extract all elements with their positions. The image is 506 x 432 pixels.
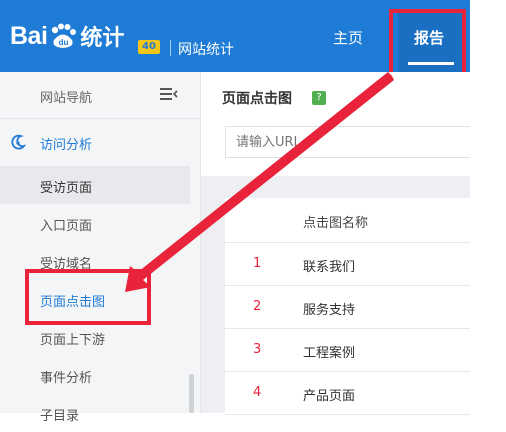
nav-home-link[interactable]: 主页 xyxy=(333,27,363,48)
report-tab-highlight-box xyxy=(389,9,466,78)
sidebar-group-label: 访问分析 xyxy=(40,138,93,153)
row-name[interactable]: 服务支持 xyxy=(303,299,355,318)
table-header-name: 点击图名称 xyxy=(303,216,369,231)
table-row[interactable]: 4 产品页面 xyxy=(225,372,470,415)
logo-paw-text: du xyxy=(59,38,69,47)
row-name[interactable]: 工程案例 xyxy=(303,342,355,361)
url-search-input[interactable] xyxy=(225,126,485,158)
row-name[interactable]: 产品页面 xyxy=(303,385,355,404)
baidu-tongji-logo[interactable]: Bai du 统计 xyxy=(10,18,124,54)
sidebar-item-label: 受访页面 xyxy=(40,181,93,196)
row-number: 2 xyxy=(253,299,262,314)
table-header-row: 点击图名称 xyxy=(225,198,470,243)
table-row[interactable]: 3 工程案例 xyxy=(225,329,470,372)
collapse-menu-icon[interactable] xyxy=(160,87,178,101)
logo-text-left: Bai xyxy=(10,21,48,50)
sidebar-item-subdirectory[interactable]: 子目录 xyxy=(0,394,190,432)
help-icon[interactable]: ? xyxy=(312,91,326,105)
page-title: 页面点击图 xyxy=(222,91,292,107)
sidebar-item-visited-pages[interactable]: 受访页面 xyxy=(0,166,190,204)
table-row[interactable]: 2 服务支持 xyxy=(225,286,470,329)
row-number: 4 xyxy=(253,385,262,400)
logo-text-cn: 统计 xyxy=(80,26,125,51)
click-map-table: 点击图名称 1 联系我们 2 服务支持 3 工程案例 4 产品页面 xyxy=(225,198,470,415)
sidebar-item-label: 页面上下游 xyxy=(40,333,106,348)
sidebar-item-label: 入口页面 xyxy=(40,219,93,234)
sidebar-item-label: 子目录 xyxy=(40,409,80,424)
visit-analysis-icon xyxy=(11,134,26,150)
sidebar-title: 网站导航 xyxy=(40,91,93,106)
sidebar-item-event-analysis[interactable]: 事件分析 xyxy=(0,356,190,394)
sidebar-header: 网站导航 xyxy=(0,72,200,119)
sidebar-group-visit-analysis[interactable]: 访问分析 xyxy=(0,118,200,166)
baidu-paw-icon: du xyxy=(52,23,77,48)
row-number: 1 xyxy=(253,256,262,271)
screenshot-margin xyxy=(470,0,506,413)
sidebar: 网站导航 访问分析 受访页面 入口页面 受访域名 页面点击图 页面上下游 事件分… xyxy=(0,72,201,424)
table-row[interactable]: 1 联系我们 xyxy=(225,243,470,286)
row-name[interactable]: 联系我们 xyxy=(303,256,355,275)
version-badge: 40 xyxy=(138,40,160,54)
sidebar-item-label: 事件分析 xyxy=(40,371,93,386)
click-map-highlight-box xyxy=(25,269,151,325)
product-subtitle: 网站统计 xyxy=(178,42,234,58)
sidebar-item-entry-pages[interactable]: 入口页面 xyxy=(0,204,190,242)
row-number: 3 xyxy=(253,342,262,357)
header-divider xyxy=(170,40,171,56)
sidebar-scrollbar[interactable] xyxy=(189,374,194,413)
